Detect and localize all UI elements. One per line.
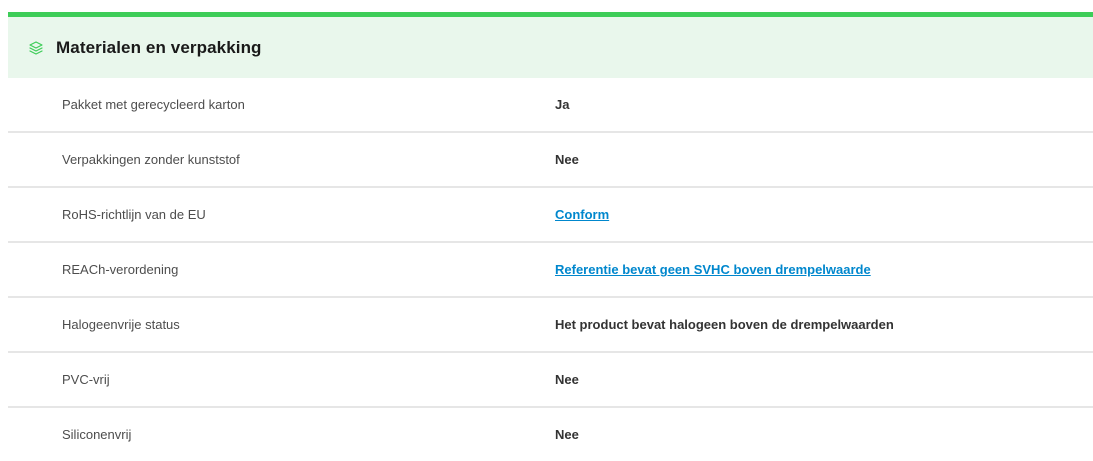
row-value: Ja	[555, 97, 570, 112]
panel-header[interactable]: Materialen en verpakking	[8, 17, 1093, 78]
table-row: PVC-vrij Nee	[8, 353, 1093, 408]
table-row: Siliconenvrij Nee	[8, 408, 1093, 461]
table-row: Verpakkingen zonder kunststof Nee	[8, 133, 1093, 188]
rohs-conform-link[interactable]: Conform	[555, 207, 609, 222]
attribute-table: Pakket met gerecycleerd karton Ja Verpak…	[8, 78, 1093, 461]
table-row: RoHS-richtlijn van de EU Conform	[8, 188, 1093, 243]
panel-title: Materialen en verpakking	[56, 37, 262, 57]
reach-svhc-link[interactable]: Referentie bevat geen SVHC boven drempel…	[555, 262, 871, 277]
row-label: REACh-verordening	[62, 262, 179, 277]
row-value: Nee	[555, 152, 579, 167]
layers-icon	[28, 40, 44, 56]
table-row: Pakket met gerecycleerd karton Ja	[8, 78, 1093, 133]
row-label: Halogeenvrije status	[62, 317, 180, 332]
row-label: Verpakkingen zonder kunststof	[62, 152, 240, 167]
row-label: RoHS-richtlijn van de EU	[62, 207, 206, 222]
row-label: Pakket met gerecycleerd karton	[62, 97, 245, 112]
table-row: REACh-verordening Referentie bevat geen …	[8, 243, 1093, 298]
row-value: Het product bevat halogeen boven de drem…	[555, 317, 894, 332]
row-value: Nee	[555, 427, 579, 442]
row-value: Nee	[555, 372, 579, 387]
materials-packaging-panel: Materialen en verpakking Pakket met gere…	[0, 0, 1093, 447]
table-row: Halogeenvrije status Het product bevat h…	[8, 298, 1093, 353]
row-label: Siliconenvrij	[62, 427, 132, 442]
row-label: PVC-vrij	[62, 372, 110, 387]
